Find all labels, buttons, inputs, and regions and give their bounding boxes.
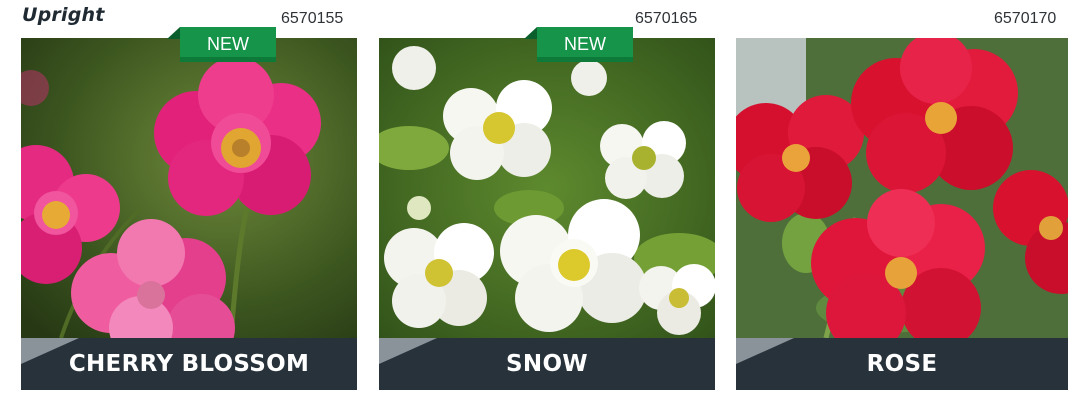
- badge-edge: [537, 57, 633, 62]
- new-badge: NEW: [167, 27, 276, 62]
- product-photo[interactable]: [379, 38, 715, 338]
- product-sku: 6570165: [635, 10, 698, 27]
- corner-accent: [21, 338, 79, 364]
- badge-fold: [524, 27, 537, 39]
- product-card-snow[interactable]: SNOW: [379, 38, 715, 390]
- badge-fold: [167, 27, 180, 39]
- new-badge-label: NEW: [207, 34, 249, 54]
- product-photo[interactable]: [21, 38, 357, 338]
- product-card-rose[interactable]: ROSE: [736, 38, 1068, 390]
- product-photo[interactable]: [736, 38, 1068, 338]
- corner-accent: [379, 338, 437, 364]
- corner-accent: [736, 338, 794, 364]
- product-sku: 6570170: [994, 10, 1057, 27]
- badge-edge: [180, 57, 276, 62]
- section-title: Upright: [22, 4, 105, 26]
- product-sku: 6570155: [281, 10, 344, 27]
- product-card-cherry-blossom[interactable]: CHERRY BLOSSOM: [21, 38, 357, 390]
- new-badge: NEW: [524, 27, 633, 62]
- new-badge-label: NEW: [564, 34, 606, 54]
